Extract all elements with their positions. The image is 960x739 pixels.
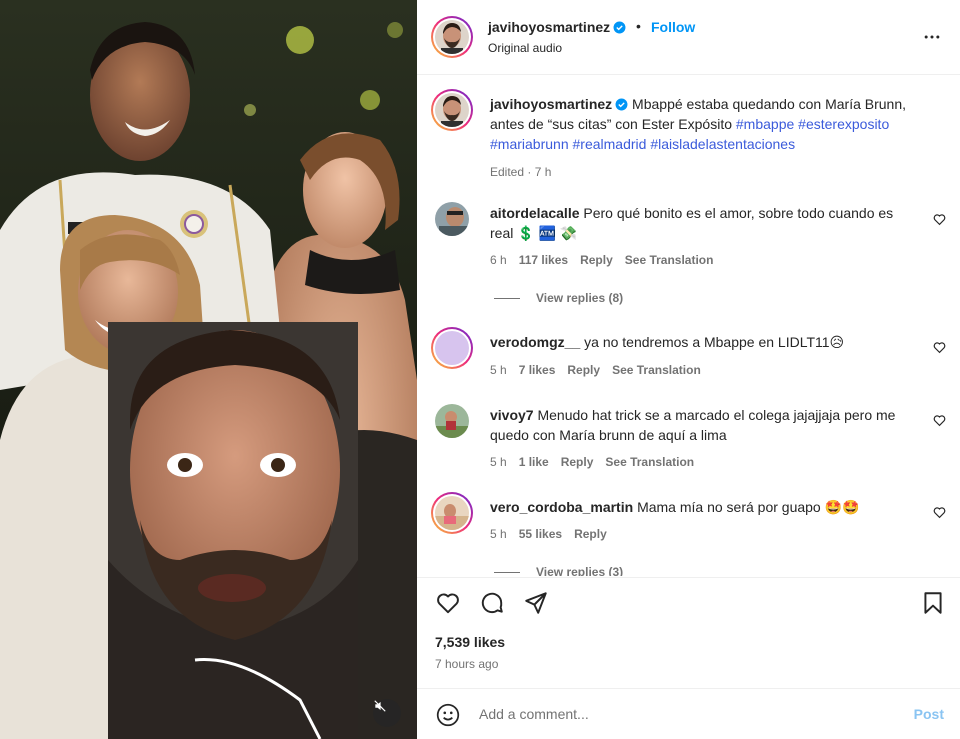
hashtag-link[interactable]: #realmadrid [573,136,647,152]
follow-button[interactable]: Follow [651,19,695,35]
comment-avatar[interactable] [435,202,469,236]
comment-username[interactable]: vero_cordoba_martin [490,499,633,515]
comment-body: verodomgz__ ya no tendremos a Mbappe en … [490,332,910,352]
replies-divider [494,571,520,573]
comment-username[interactable]: vivoy7 [490,407,534,423]
avatar-image [435,93,469,127]
see-translation-button[interactable]: See Translation [612,363,701,377]
comment-meta: 5 h 55 likes Reply [490,527,619,541]
avatar-image [435,404,469,438]
muted-audio-icon [374,700,386,712]
original-audio-link[interactable]: Original audio [488,41,562,55]
video-frame [0,0,417,739]
author-username[interactable]: javihoyosmartinez [488,19,610,35]
see-translation-button[interactable]: See Translation [625,253,714,267]
author-avatar[interactable] [431,16,473,58]
hashtag-link[interactable]: #laisladelastentaciones [650,136,795,152]
verified-icon [615,98,628,111]
reply-button[interactable]: Reply [561,455,594,469]
comment-likes[interactable]: 117 likes [519,253,568,267]
comment-username[interactable]: verodomgz__ [490,334,580,350]
caption-username[interactable]: javihoyosmartinez [490,96,612,112]
view-replies-label: View replies (8) [536,291,624,305]
avatar-image [435,496,469,530]
comment-like-heart-icon[interactable] [933,213,946,226]
comment-avatar[interactable] [435,404,469,438]
verified-icon [613,21,626,34]
post-media[interactable] [0,0,417,739]
post-actions: 7,539 likes 7 hours ago [417,577,960,687]
comment-likes[interactable]: 7 likes [519,363,556,377]
comment-time: 6 h [490,253,507,267]
comment-avatar[interactable] [431,327,473,369]
reply-button[interactable]: Reply [580,253,613,267]
post-time[interactable]: 7 hours ago [435,657,498,671]
comment-text: Menudo hat trick se a marcado el colega … [490,407,896,443]
replies-divider [494,297,520,299]
more-icon[interactable] [922,27,942,47]
hashtag-link[interactable]: #mbappe [736,116,794,132]
comment-avatar[interactable] [431,492,473,534]
comment-like-heart-icon[interactable] [933,341,946,354]
comment-meta: 5 h 1 like Reply See Translation [490,455,706,469]
comment-likes[interactable]: 55 likes [519,527,562,541]
add-comment-bar: Post [417,688,960,739]
view-replies-label: View replies (3) [536,565,624,576]
comment-body: aitordelacalle Pero qué bonito es el amo… [490,203,910,243]
comment-input[interactable] [479,703,879,725]
comment-body: vero_cordoba_martin Mama mía no será por… [490,497,910,517]
mute-toggle-button[interactable] [373,699,401,727]
see-translation-button[interactable]: See Translation [605,455,694,469]
view-replies-button[interactable]: View replies (3) [494,565,623,576]
view-replies-button[interactable]: View replies (8) [494,291,623,305]
heart-icon[interactable] [435,590,461,616]
reply-button[interactable]: Reply [567,363,600,377]
share-icon[interactable] [523,590,549,616]
likes-count[interactable]: 7,539 likes [435,634,505,650]
comment-time: 5 h [490,363,507,377]
avatar-image [435,331,469,365]
post-comment-button[interactable]: Post [914,706,944,722]
header-separator: • [636,18,641,34]
reply-button[interactable]: Reply [574,527,607,541]
comments-list[interactable]: javihoyosmartinez Mbappé estaba quedando… [417,76,960,576]
hashtag-link[interactable]: #esterexposito [798,116,889,132]
comment-like-heart-icon[interactable] [933,414,946,427]
comment-icon[interactable] [479,590,505,616]
comment-username[interactable]: aitordelacalle [490,205,580,221]
avatar-image [435,202,469,236]
caption-meta: Edited · 7 h [490,165,552,179]
post-side-panel: javihoyosmartinez • Follow Original audi… [417,0,960,739]
post-header: javihoyosmartinez • Follow Original audi… [417,0,960,75]
comment-body: vivoy7 Menudo hat trick se a marcado el … [490,405,910,445]
hashtag-link[interactable]: #mariabrunn [490,136,569,152]
comment-meta: 6 h 117 likes Reply See Translation [490,253,725,267]
caption-avatar[interactable] [431,89,473,131]
comment-time: 5 h [490,527,507,541]
comment-likes[interactable]: 1 like [519,455,549,469]
emoji-icon[interactable] [435,702,461,728]
comment-text: Mama mía no será por guapo 🤩🤩 [637,499,860,515]
avatar-image [435,20,469,54]
comment-like-heart-icon[interactable] [933,506,946,519]
comment-text: ya no tendremos a Mbappe en LIDLT11😥 [584,334,845,350]
author-username-row[interactable]: javihoyosmartinez [488,19,626,35]
comment-time: 5 h [490,455,507,469]
comment-meta: 5 h 7 likes Reply See Translation [490,363,713,377]
bookmark-icon[interactable] [920,590,946,616]
post-caption: javihoyosmartinez Mbappé estaba quedando… [490,94,930,182]
